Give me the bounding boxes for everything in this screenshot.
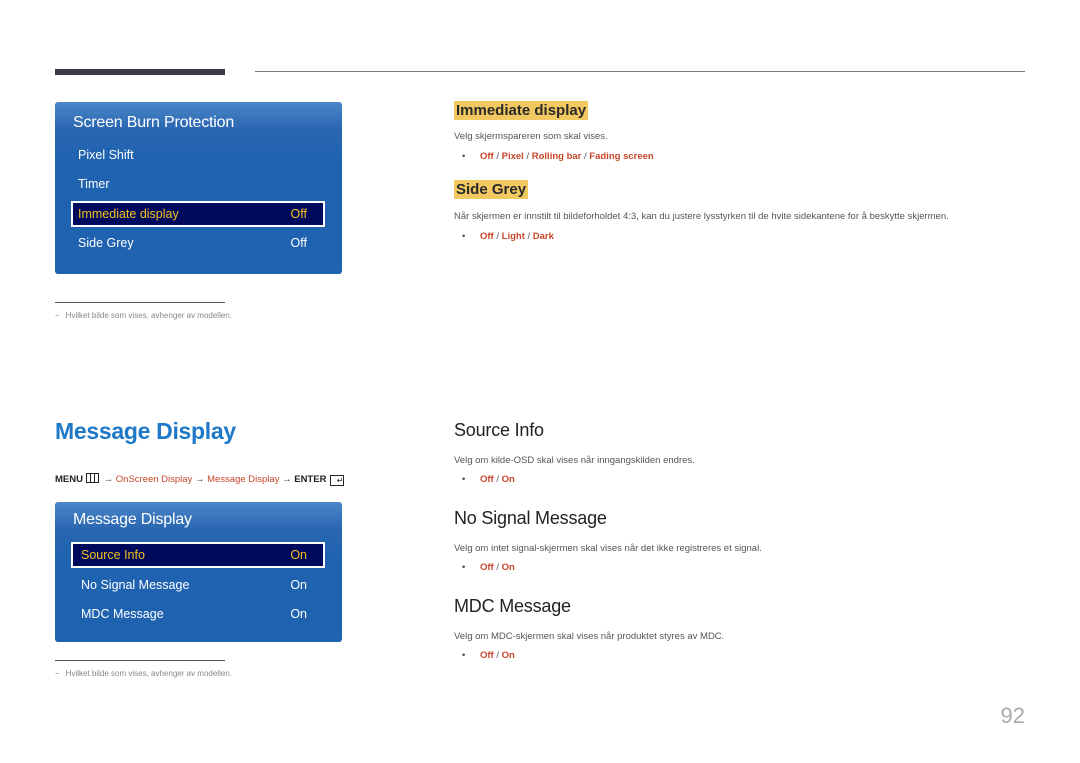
no-signal-message-description: Velg om intet signal-skjermen skal vises… bbox=[454, 543, 762, 554]
option-rolling-bar: Rolling bar bbox=[531, 151, 582, 162]
option-off: Off bbox=[480, 474, 494, 485]
bullet: • bbox=[462, 562, 466, 573]
bullet: • bbox=[462, 231, 466, 242]
screen-burn-osd-panel: Screen Burn Protection Pixel Shift Timer… bbox=[55, 102, 342, 274]
footnote-rule bbox=[55, 660, 225, 661]
osd-row-value: On bbox=[290, 548, 307, 562]
option-off: Off bbox=[480, 151, 494, 162]
footnote: − Hvilket bilde som vises, avhenger av mo… bbox=[55, 311, 232, 320]
immediate-display-heading: Immediate display bbox=[454, 101, 589, 120]
option-on: On bbox=[501, 650, 515, 661]
option-on: On bbox=[501, 562, 515, 573]
osd-row-mdc-message[interactable]: MDC Message On bbox=[71, 601, 325, 627]
osd-row-source-info[interactable]: Source Info On bbox=[71, 542, 325, 568]
osd-row-value: On bbox=[290, 578, 307, 592]
mdc-message-description: Velg om MDC-skjermen skal vises når prod… bbox=[454, 631, 725, 642]
section-title: Message Display bbox=[55, 418, 236, 444]
footnote-text: Hvilket bilde som vises, avhenger av mod… bbox=[65, 669, 232, 678]
osd-row-value: Off bbox=[290, 236, 307, 250]
immediate-display-description: Velg skjermspareren som skal vises. bbox=[454, 131, 608, 142]
enter-label: ENTER bbox=[294, 474, 327, 485]
side-grey-description: Når skjermen er innstilt til bildeforhol… bbox=[454, 211, 949, 222]
osd-row-label: Pixel Shift bbox=[78, 148, 134, 162]
osd-row-label: Side Grey bbox=[78, 236, 134, 250]
option-fading-screen: Fading screen bbox=[589, 151, 654, 162]
option-off: Off bbox=[480, 231, 494, 242]
footnote-dash: − bbox=[55, 669, 60, 678]
side-grey-options: • Off / Light / Dark bbox=[462, 231, 554, 242]
footnote: − Hvilket bilde som vises, avhenger av mo… bbox=[55, 669, 232, 678]
osd-row-immediate-display[interactable]: Immediate display Off bbox=[71, 201, 325, 227]
osd-row-value: Off bbox=[290, 207, 307, 221]
osd-row-side-grey[interactable]: Side Grey Off bbox=[71, 230, 325, 256]
menu-grid-icon bbox=[85, 473, 99, 483]
no-signal-message-heading: No Signal Message bbox=[454, 508, 607, 528]
header-bar-thick bbox=[55, 69, 225, 75]
footnote-dash: − bbox=[55, 311, 60, 320]
menu-label: MENU bbox=[55, 474, 83, 485]
page-number: 92 bbox=[1000, 703, 1025, 728]
header-rule bbox=[255, 71, 1025, 72]
source-info-heading: Source Info bbox=[454, 420, 544, 440]
option-on: On bbox=[501, 474, 515, 485]
option-off: Off bbox=[480, 562, 494, 573]
bullet: • bbox=[462, 151, 466, 162]
immediate-display-options: • Off / Pixel / Rolling bar / Fading scre… bbox=[462, 151, 654, 162]
bullet: • bbox=[462, 474, 466, 485]
menu-path: MENU → OnScreen Display → Message Displa… bbox=[55, 473, 345, 486]
side-grey-heading: Side Grey bbox=[454, 180, 529, 199]
osd-title: Screen Burn Protection bbox=[73, 114, 235, 131]
no-signal-message-options: • Off / On bbox=[462, 562, 515, 573]
osd-row-pixel-shift[interactable]: Pixel Shift bbox=[71, 142, 325, 168]
path-message-display: Message Display bbox=[207, 474, 280, 485]
arrow: → bbox=[194, 474, 205, 485]
option-pixel: Pixel bbox=[501, 151, 524, 162]
mdc-message-options: • Off / On bbox=[462, 650, 515, 661]
source-info-options: • Off / On bbox=[462, 474, 515, 485]
osd-title: Message Display bbox=[73, 511, 192, 528]
arrow: → bbox=[103, 474, 114, 485]
bullet: • bbox=[462, 650, 466, 661]
arrow: → bbox=[282, 474, 292, 485]
option-off: Off bbox=[480, 650, 494, 661]
option-dark: Dark bbox=[532, 231, 554, 242]
option-light: Light bbox=[501, 231, 525, 242]
osd-row-label: Immediate display bbox=[78, 207, 179, 221]
footnote-text: Hvilket bilde som vises, avhenger av mod… bbox=[65, 311, 232, 320]
footnote-rule bbox=[55, 302, 225, 303]
osd-row-label: No Signal Message bbox=[81, 578, 190, 592]
osd-row-label: Timer bbox=[78, 177, 110, 191]
message-display-osd-panel: Message Display Source Info On No Signal… bbox=[55, 502, 342, 642]
source-info-description: Velg om kilde-OSD skal vises når inngang… bbox=[454, 455, 695, 466]
enter-icon: ↵ bbox=[330, 475, 345, 486]
osd-row-label: Source Info bbox=[81, 548, 145, 562]
mdc-message-heading: MDC Message bbox=[454, 596, 571, 616]
osd-row-no-signal-message[interactable]: No Signal Message On bbox=[71, 572, 325, 598]
osd-row-timer[interactable]: Timer bbox=[71, 171, 325, 197]
osd-row-label: MDC Message bbox=[81, 607, 164, 621]
osd-row-value: On bbox=[290, 607, 307, 621]
path-onscreen-display: OnScreen Display bbox=[115, 474, 193, 485]
